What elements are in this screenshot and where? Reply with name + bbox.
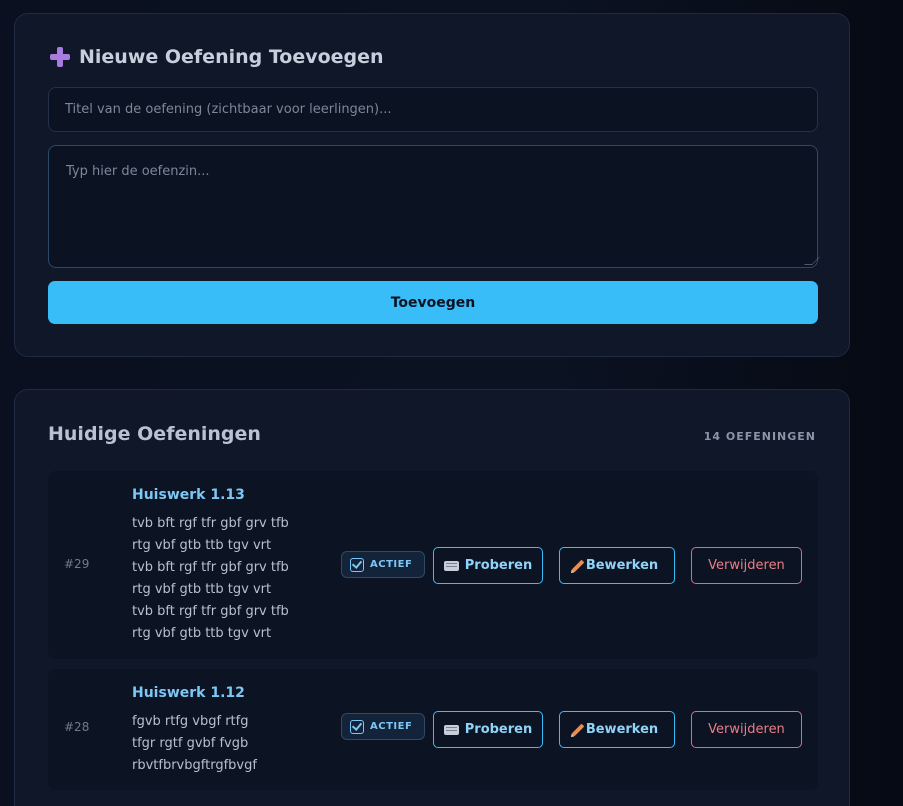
- current-exercises-title: Huidige Oefeningen: [48, 423, 261, 445]
- try-button-label: Proberen: [464, 722, 533, 737]
- delete-button-label: Verwijderen: [708, 722, 785, 737]
- keyboard-icon: [443, 560, 459, 571]
- status-badge: ACTIEF: [341, 551, 425, 578]
- exercise-text: fgvb rtfg vbgf rtfg tfgr rgtf gvbf fvgb …: [132, 714, 257, 773]
- edit-button-label: Bewerken: [585, 722, 659, 737]
- status-badge: ACTIEF: [341, 713, 425, 740]
- exercise-row: #29 Huiswerk 1.13 tvb bft rgf tfr gbf gr…: [48, 471, 818, 659]
- exercise-count-label: 14 OEFENINGEN: [703, 430, 816, 443]
- add-exercise-heading: Nieuwe Oefening Toevoegen: [49, 46, 384, 68]
- plus-icon: [49, 46, 71, 68]
- try-button-label: Proberen: [464, 558, 533, 573]
- exercise-title-input[interactable]: [48, 87, 818, 132]
- exercise-sentence-textarea[interactable]: [48, 145, 818, 268]
- exercise-text: tvb bft rgf tfr gbf grv tfb rtg vbf gtb …: [132, 516, 289, 641]
- exercise-id: #28: [64, 720, 90, 734]
- delete-button-label: Verwijderen: [708, 558, 785, 573]
- try-button[interactable]: Proberen: [433, 547, 543, 584]
- edit-button[interactable]: Bewerken: [559, 547, 675, 584]
- check-icon: [350, 719, 364, 734]
- exercise-name: Huiswerk 1.12: [132, 685, 245, 701]
- pencil-icon: [571, 559, 585, 572]
- pencil-icon: [571, 723, 585, 736]
- status-label: ACTIEF: [370, 559, 413, 570]
- edit-button-label: Bewerken: [585, 558, 659, 573]
- status-label: ACTIEF: [370, 721, 413, 732]
- add-exercise-card: Nieuwe Oefening Toevoegen Toevoegen: [14, 13, 850, 357]
- check-icon: [350, 557, 364, 572]
- current-exercises-card: Huidige Oefeningen 14 OEFENINGEN #29 Hui…: [14, 389, 850, 806]
- edit-button[interactable]: Bewerken: [559, 711, 675, 748]
- exercise-row: #28 Huiswerk 1.12 fgvb rtfg vbgf rtfg tf…: [48, 669, 818, 790]
- try-button[interactable]: Proberen: [433, 711, 543, 748]
- delete-button[interactable]: Verwijderen: [691, 547, 802, 584]
- exercise-id: #29: [64, 557, 90, 571]
- add-exercise-title: Nieuwe Oefening Toevoegen: [79, 46, 384, 68]
- delete-button[interactable]: Verwijderen: [691, 711, 802, 748]
- exercise-name: Huiswerk 1.13: [132, 487, 245, 503]
- add-exercise-button[interactable]: Toevoegen: [48, 281, 818, 324]
- keyboard-icon: [443, 724, 459, 735]
